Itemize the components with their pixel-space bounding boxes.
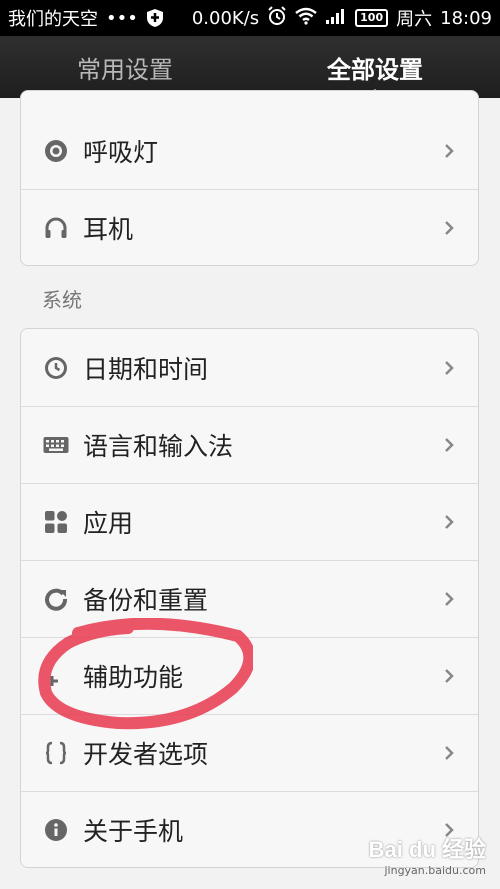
settings-group-system: 日期和时间 语言和输入法 应用 备份和重置 辅助功能 开发者选项 关于手机 — [20, 328, 479, 868]
setting-label: 辅助功能 — [83, 663, 184, 692]
setting-breathing-light[interactable]: 呼吸灯 — [21, 112, 478, 189]
settings-group-top: 呼吸灯 耳机 — [20, 90, 479, 266]
setting-label: 开发者选项 — [83, 740, 209, 769]
setting-accessibility[interactable]: 辅助功能 — [21, 637, 478, 714]
chevron-right-icon — [445, 438, 454, 452]
chevron-right-icon — [445, 143, 454, 158]
baidu-jingyan-watermark: Bai du 经验 jingyan.baidu.com — [369, 832, 486, 877]
setting-developer-options[interactable]: 开发者选项 — [21, 714, 478, 791]
tab-label: 全部设置 — [327, 55, 423, 84]
tab-label: 常用设置 — [77, 55, 173, 84]
developer-icon — [43, 740, 69, 766]
keyboard-icon — [43, 432, 69, 458]
setting-label: 耳机 — [83, 215, 134, 244]
settings-list[interactable]: 呼吸灯 耳机 系统 日期和时间 语言和输入法 应用 备份和重置 辅助功能 开发者… — [0, 90, 500, 889]
alarm-icon — [267, 5, 287, 31]
battery-indicator: 100 — [355, 9, 389, 27]
headphones-icon — [43, 215, 69, 241]
shield-icon — [146, 8, 164, 28]
setting-label: 语言和输入法 — [83, 432, 234, 461]
setting-headphones[interactable]: 耳机 — [21, 189, 478, 265]
setting-apps[interactable]: 应用 — [21, 483, 478, 560]
setting-label: 呼吸灯 — [83, 137, 159, 167]
backup-icon — [43, 586, 69, 612]
chevron-right-icon — [445, 360, 454, 375]
setting-label: 日期和时间 — [83, 354, 209, 384]
chevron-right-icon — [445, 669, 454, 683]
clock-time: 18:09 — [440, 7, 492, 29]
carrier-name: 我们的天空 — [8, 9, 98, 30]
setting-date-time[interactable]: 日期和时间 — [21, 329, 478, 406]
accessibility-icon — [43, 663, 69, 689]
chevron-right-icon — [445, 221, 454, 235]
status-bar: 我们的天空 ••• 0.00K/s 100 周六 18:09 — [0, 0, 500, 36]
tab-common-settings[interactable]: 常用设置 — [0, 36, 250, 98]
chevron-right-icon — [445, 746, 454, 760]
weekday: 周六 — [396, 9, 433, 30]
wifi-icon — [295, 7, 317, 30]
network-speed: 0.00K/s — [191, 7, 260, 29]
setting-language-input[interactable]: 语言和输入法 — [21, 406, 478, 483]
info-icon — [43, 817, 69, 843]
notification-dots: ••• — [106, 7, 138, 29]
breathing-light-icon — [43, 138, 69, 164]
watermark-url: jingyan.baidu.com — [384, 864, 486, 877]
setting-label: 应用 — [83, 509, 134, 538]
setting-backup-reset[interactable]: 备份和重置 — [21, 560, 478, 637]
setting-label: 备份和重置 — [83, 586, 209, 615]
signal-icon — [325, 7, 347, 30]
tab-all-settings[interactable]: 全部设置 — [250, 36, 500, 99]
settings-tab-bar: 常用设置 全部设置 — [0, 36, 500, 99]
watermark-logo: Bai du 经验 — [368, 837, 486, 862]
chevron-right-icon — [445, 515, 454, 529]
setting-label: 关于手机 — [83, 817, 184, 846]
apps-icon — [43, 509, 69, 535]
chevron-right-icon — [445, 592, 454, 606]
section-title-system: 系统 — [42, 288, 82, 312]
clock-icon — [43, 355, 69, 381]
